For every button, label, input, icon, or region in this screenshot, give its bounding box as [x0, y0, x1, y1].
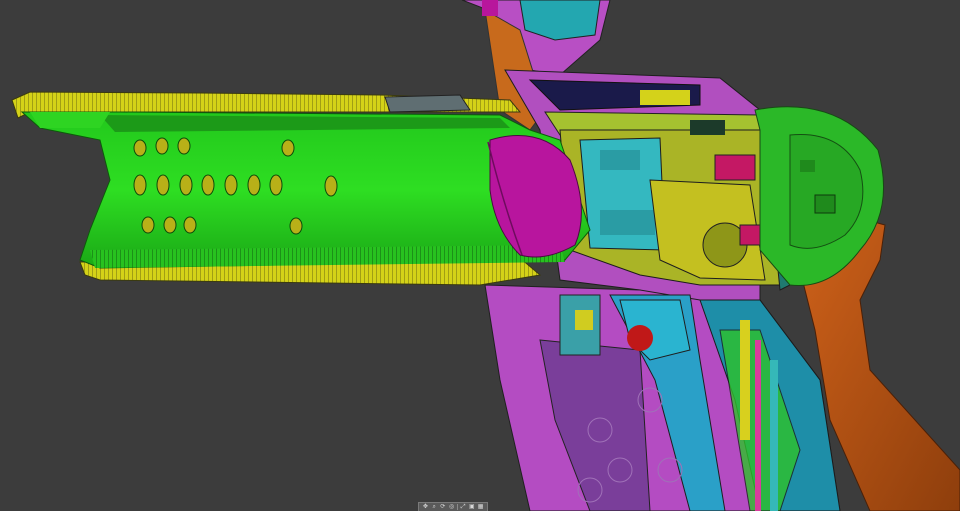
zoom-icon[interactable]: ⌕ [431, 504, 438, 510]
pan-icon[interactable]: ✥ [422, 504, 429, 510]
3d-viewport[interactable]: ✥ ⌕ ⟳ ◎ ⤢ ▣ ▦ [0, 0, 960, 511]
display-settings-icon[interactable]: ▣ [468, 504, 475, 510]
grid-icon[interactable]: ▦ [477, 504, 484, 510]
nav-divider [456, 504, 458, 510]
look-at-icon[interactable]: ◎ [448, 504, 455, 510]
pistol-section-model[interactable] [0, 0, 960, 511]
trigger-housing [484, 284, 841, 511]
barrel [20, 111, 591, 269]
orbit-icon[interactable]: ⟳ [439, 504, 446, 510]
view-navigation-bar: ✥ ⌕ ⟳ ◎ ⤢ ▣ ▦ [418, 502, 488, 511]
fit-view-icon[interactable]: ⤢ [460, 504, 467, 510]
